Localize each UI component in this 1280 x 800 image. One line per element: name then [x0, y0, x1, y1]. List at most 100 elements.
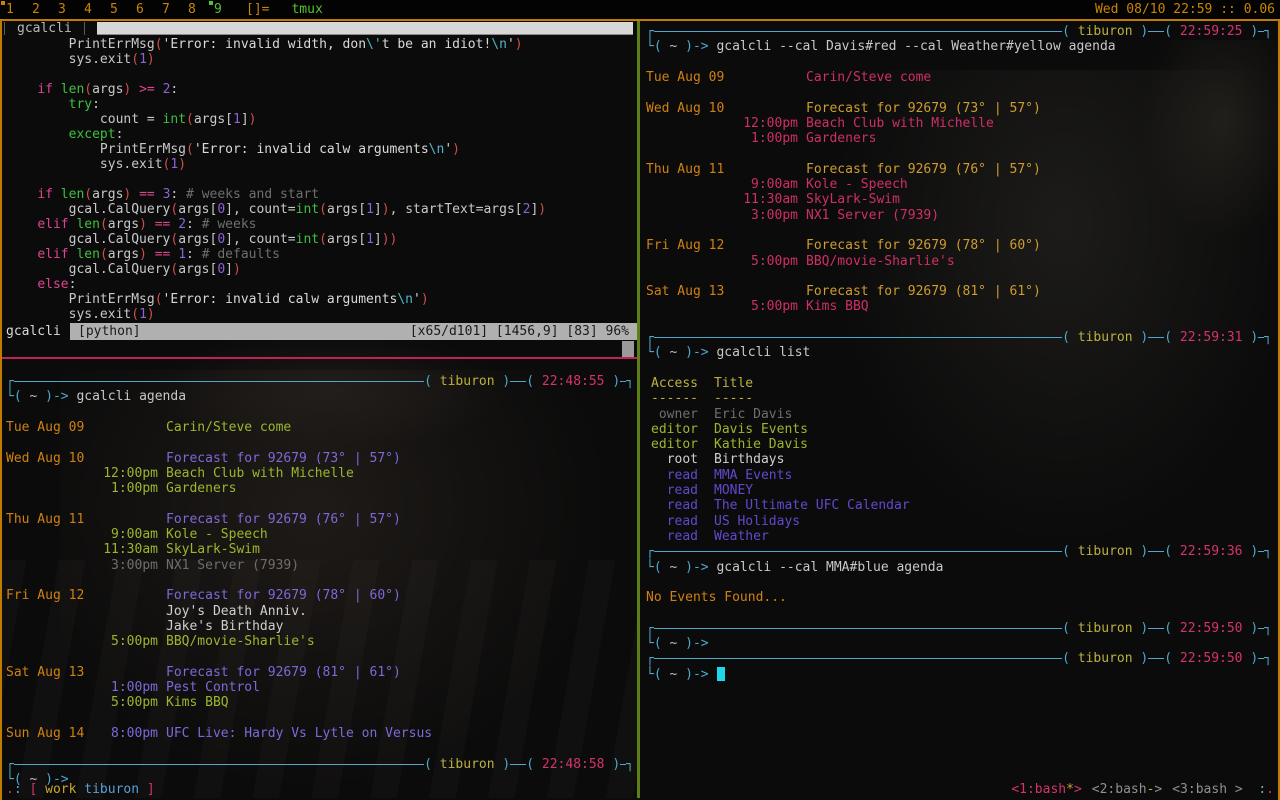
code-segment: (	[131, 307, 140, 322]
code-line: if len(args) >= 2:	[6, 82, 546, 97]
agenda-date: Tue Aug 09	[646, 70, 725, 86]
agenda-desc: NX1 Server (7939)	[806, 207, 940, 223]
list-access: editor	[651, 437, 698, 453]
agenda-row: 5:00pm Kims BBQ	[646, 299, 1272, 314]
agenda-desc: NX1 Server (7939)	[166, 557, 300, 573]
calendar-list-row: editor Kathie Davis	[646, 437, 1272, 452]
agenda-time: 9:00am	[111, 527, 158, 543]
agenda-desc: Forecast for 92679 (76° | 57°)	[806, 161, 1041, 177]
box-corner: └	[646, 666, 654, 682]
vim-tabline: gcalcli	[2, 21, 637, 36]
prompt-cwd: ~	[669, 666, 678, 682]
agenda-date	[6, 619, 94, 634]
agenda-row: 1:00pm Gardeners	[6, 481, 634, 496]
paren: )	[1242, 544, 1259, 560]
dwm-tag-9[interactable]: 9	[209, 1, 240, 17]
right-terminal-pane[interactable]: ┌( tiburon )( 22:59:25 ) ┐ └( ~ )-> gcalcl…	[646, 24, 1272, 682]
code-segment: args	[92, 187, 124, 202]
box-corner: ┌	[646, 651, 654, 667]
code-segment: )	[452, 142, 460, 157]
agenda-date	[6, 542, 94, 557]
agenda-date	[6, 680, 94, 695]
agenda-date: Sat Aug 13	[6, 664, 85, 680]
tmux-window-label: <3:bash	[1172, 782, 1228, 797]
code-segment: if	[37, 187, 53, 202]
agenda-time: 5:00pm	[751, 299, 798, 315]
agenda-time	[94, 451, 158, 466]
agenda-time	[94, 619, 158, 634]
prompt-time: 22:59:31	[1179, 330, 1243, 346]
dwm-tag-3[interactable]: 3	[58, 2, 84, 17]
box-corner: └	[6, 389, 14, 405]
vim-tab-label[interactable]: gcalcli	[4, 22, 85, 35]
agenda-desc: Joy's Death Anniv.	[166, 603, 307, 619]
dwm-layout-indicator[interactable]: []=	[246, 2, 269, 17]
dwm-tag-5[interactable]: 5	[110, 2, 136, 17]
tmux-window-item-2[interactable]: <2:bash->	[1092, 782, 1162, 797]
agenda-date	[6, 695, 94, 710]
paren: )	[604, 374, 621, 390]
code-segment: sys.exit	[6, 52, 132, 67]
prompt-line: └( ~ )-> gcalcli --cal MMA#blue agenda	[646, 559, 1272, 575]
agenda-date: Tue Aug 09	[6, 420, 85, 436]
agenda-desc: Beach Club with Michelle	[806, 115, 994, 131]
prompt-header: ┌ ( tiburon ) ( 22:59:50 ) ┐	[646, 621, 1272, 636]
agenda-time: 8:00pm	[111, 725, 158, 741]
tmux-window-list: <1:bash*> <2:bash-> <3:bash >	[1001, 782, 1242, 797]
dwm-tag-4[interactable]: 4	[84, 2, 110, 17]
code-segment: :	[170, 187, 187, 202]
calendar-list-row: read MMA Events	[646, 468, 1272, 483]
paren: (	[526, 374, 542, 390]
pane-divider-vertical[interactable]	[637, 20, 640, 798]
prompt-time: 22:59:25	[1179, 24, 1243, 40]
dwm-tag-7[interactable]: 7	[162, 2, 188, 17]
tmux-session-label: work	[45, 782, 77, 797]
tmux-window-item-1[interactable]: <1:bash*>	[1011, 782, 1081, 797]
tmux-window-item-3[interactable]: <3:bash >	[1172, 782, 1242, 797]
calendar-list-row: owner Eric Davis	[646, 406, 1272, 422]
left-terminal-pane[interactable]: ┌( tiburon )( 22:48:55 ) ┐ └( ~ )-> gcalcl…	[6, 374, 634, 787]
agenda-desc: Pest Control	[166, 680, 260, 696]
paren: (	[1062, 24, 1078, 40]
agenda-date	[6, 466, 94, 481]
dwm-tag-indicator	[209, 1, 213, 5]
agenda-row: Tue Aug 09 Carin/Steve come	[6, 420, 634, 435]
header-rule	[653, 658, 1063, 660]
dwm-tag-2[interactable]: 2	[32, 2, 58, 17]
vim-scrollbar-thumb[interactable]	[622, 341, 634, 357]
prompt-line: └( ~ )-> gcalcli --cal Davis#red --cal W…	[646, 39, 1272, 54]
header-rule	[653, 551, 1063, 553]
code-segment: 'Error: invalid width, don	[162, 37, 367, 52]
agenda-date	[646, 131, 734, 146]
agenda-desc: Forecast for 92679 (73° | 57°)	[806, 100, 1041, 116]
code-segment: \n	[491, 37, 507, 52]
code-segment: :	[170, 82, 179, 97]
agenda-date	[6, 604, 94, 619]
paren: (	[1164, 330, 1180, 346]
prompt-line: └( ~ )-> gcalcli list	[646, 345, 1272, 360]
list-access: owner	[658, 406, 698, 422]
code-segment: len	[76, 217, 100, 232]
tmux-bracket-close: ]	[146, 782, 155, 797]
box-corner: └	[646, 559, 654, 575]
tmux-window-bracket: >	[1073, 782, 1082, 797]
dwm-tag-6[interactable]: 6	[136, 2, 162, 17]
pane-divider-horizontal[interactable]	[2, 357, 637, 359]
dwm-tag-1[interactable]: 1	[1, 1, 32, 17]
code-segment: )	[146, 307, 155, 322]
box-corner: ┌	[6, 374, 14, 390]
agenda-desc: SkyLark-Swim	[806, 192, 900, 208]
vim-pane[interactable]: gcalcli PrintErrMsg('Error: invalid widt…	[2, 21, 637, 357]
prompt-time: 22:59:36	[1179, 544, 1243, 560]
agenda-time: 5:00pm	[111, 634, 158, 650]
agenda-desc: Carin/Steve come	[166, 420, 292, 436]
list-access: read	[666, 467, 698, 483]
list-title: The Ultimate UFC Calendar	[714, 498, 910, 514]
paren: (	[653, 636, 670, 652]
code-line: else:	[6, 277, 546, 292]
